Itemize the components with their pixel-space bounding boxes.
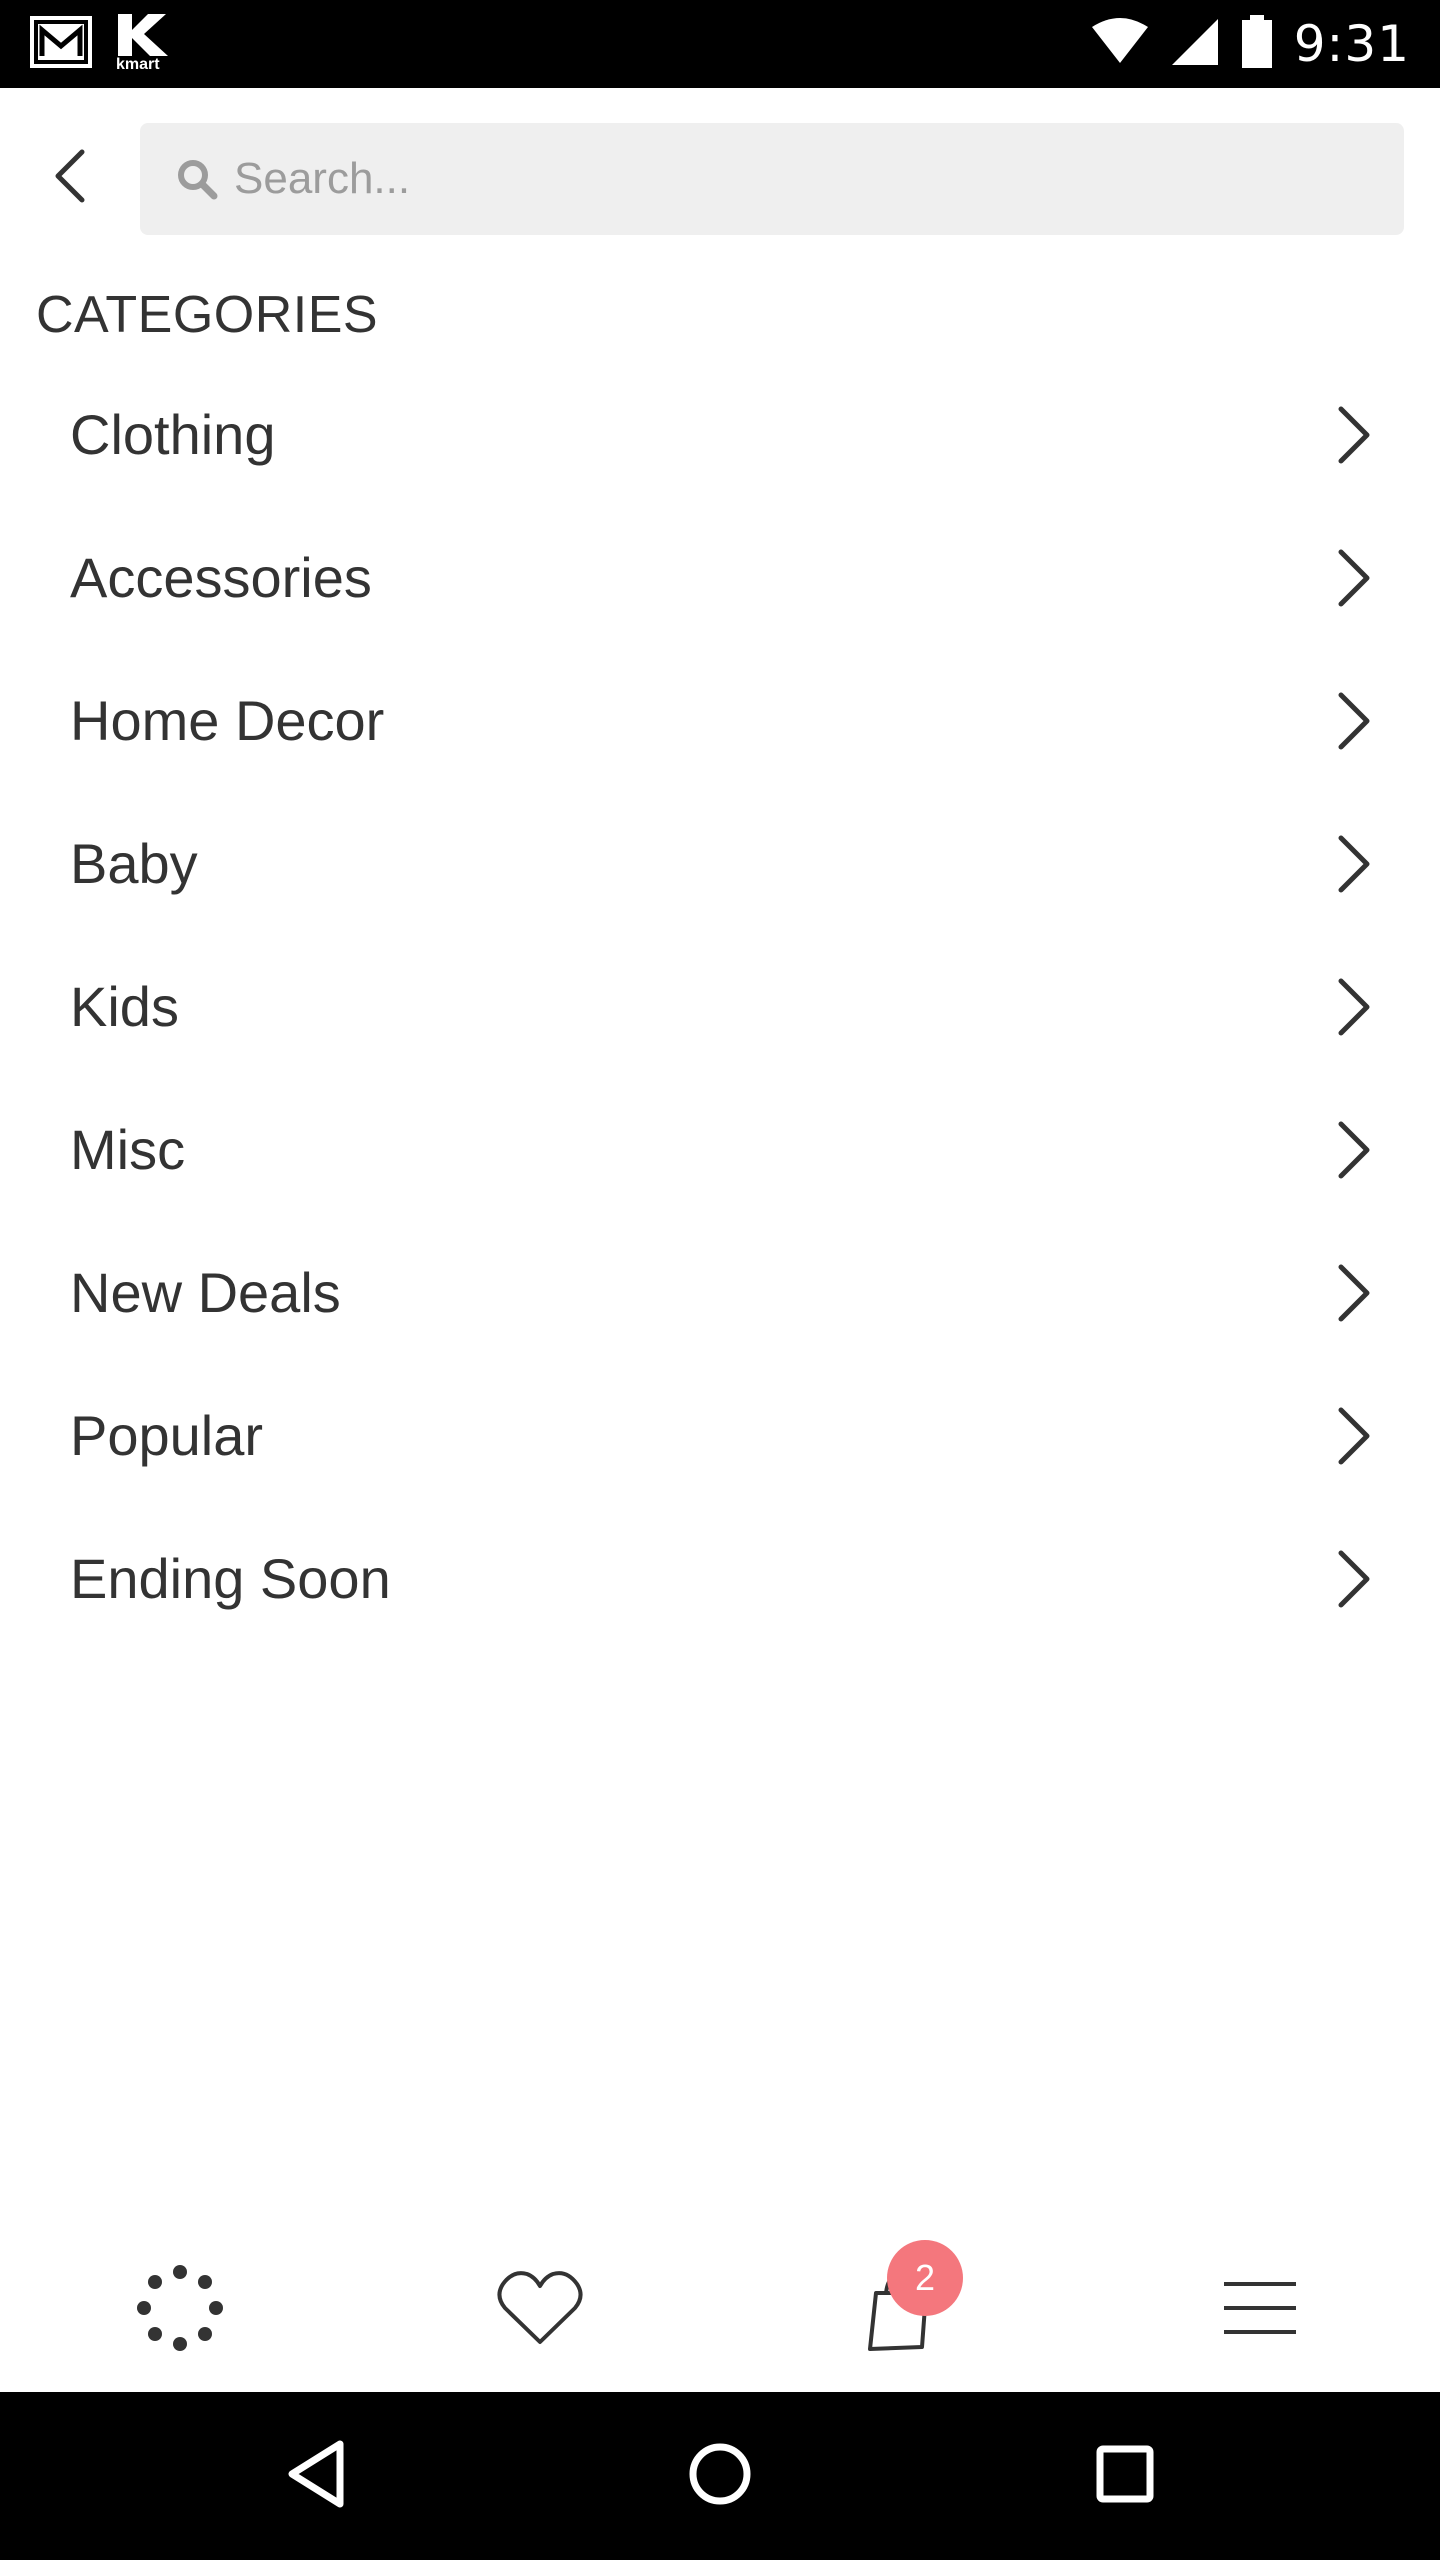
kmart-icon: kmart [114,12,176,76]
category-item-new-deals[interactable]: New Deals [0,1221,1440,1364]
search-icon [174,156,220,202]
search-box[interactable] [140,122,1404,236]
wifi-icon [1090,17,1150,72]
status-bar: kmart 9:31 [0,0,1440,88]
dots-circle-icon [132,2260,228,2361]
category-label: Popular [70,1404,264,1467]
category-item-ending-soon[interactable]: Ending Soon [0,1507,1440,1650]
category-label: Clothing [70,403,276,466]
chevron-right-icon [1328,1115,1378,1185]
chevron-left-icon [50,146,90,211]
cart-count-badge: 2 [887,2240,963,2316]
category-item-accessories[interactable]: Accessories [0,506,1440,649]
kmart-text: kmart [116,56,160,73]
category-item-popular[interactable]: Popular [0,1364,1440,1507]
chevron-right-icon [1328,829,1378,899]
category-label: Home Decor [70,689,385,752]
hamburger-menu-icon [1222,2278,1298,2343]
category-item-misc[interactable]: Misc [0,1078,1440,1221]
chevron-right-icon [1328,1401,1378,1471]
android-nav-bar [0,2392,1440,2560]
category-label: Ending Soon [70,1547,391,1610]
recents-square-icon [1095,2444,1155,2509]
category-item-clothing[interactable]: Clothing [0,363,1440,506]
category-item-baby[interactable]: Baby [0,792,1440,935]
category-item-home-decor[interactable]: Home Decor [0,649,1440,792]
android-recents-button[interactable] [1075,2426,1175,2526]
home-circle-icon [687,2441,753,2512]
android-back-button[interactable] [266,2426,366,2526]
nav-home-button[interactable] [120,2250,240,2370]
status-system: 9:31 [1090,0,1410,88]
category-label: Baby [70,832,198,895]
heart-icon [495,2268,585,2353]
search-input[interactable] [232,122,1404,236]
chevron-right-icon [1328,1544,1378,1614]
categories-heading: CATEGORIES [36,286,379,344]
status-notifications: kmart [30,12,176,76]
chevron-right-icon [1328,1258,1378,1328]
category-label: Misc [70,1118,186,1181]
category-item-kids[interactable]: Kids [0,935,1440,1078]
nav-menu-button[interactable] [1200,2250,1320,2370]
status-time: 9:31 [1293,15,1410,73]
chevron-right-icon [1328,972,1378,1042]
signal-icon [1170,17,1220,72]
chevron-right-icon [1328,400,1378,470]
header [0,88,1440,268]
back-button[interactable] [30,138,110,218]
category-label: Accessories [70,546,372,609]
category-label: New Deals [70,1261,341,1324]
chevron-right-icon [1328,686,1378,756]
chevron-right-icon [1328,543,1378,613]
category-label: Kids [70,975,179,1038]
back-triangle-icon [284,2438,348,2515]
battery-icon [1240,14,1274,74]
bottom-nav: 2 [0,2210,1440,2390]
android-home-button[interactable] [670,2426,770,2526]
gmail-icon [30,15,92,73]
category-list: Clothing Accessories Home Decor Baby Kid… [0,363,1440,1650]
nav-wishlist-button[interactable] [480,2250,600,2370]
